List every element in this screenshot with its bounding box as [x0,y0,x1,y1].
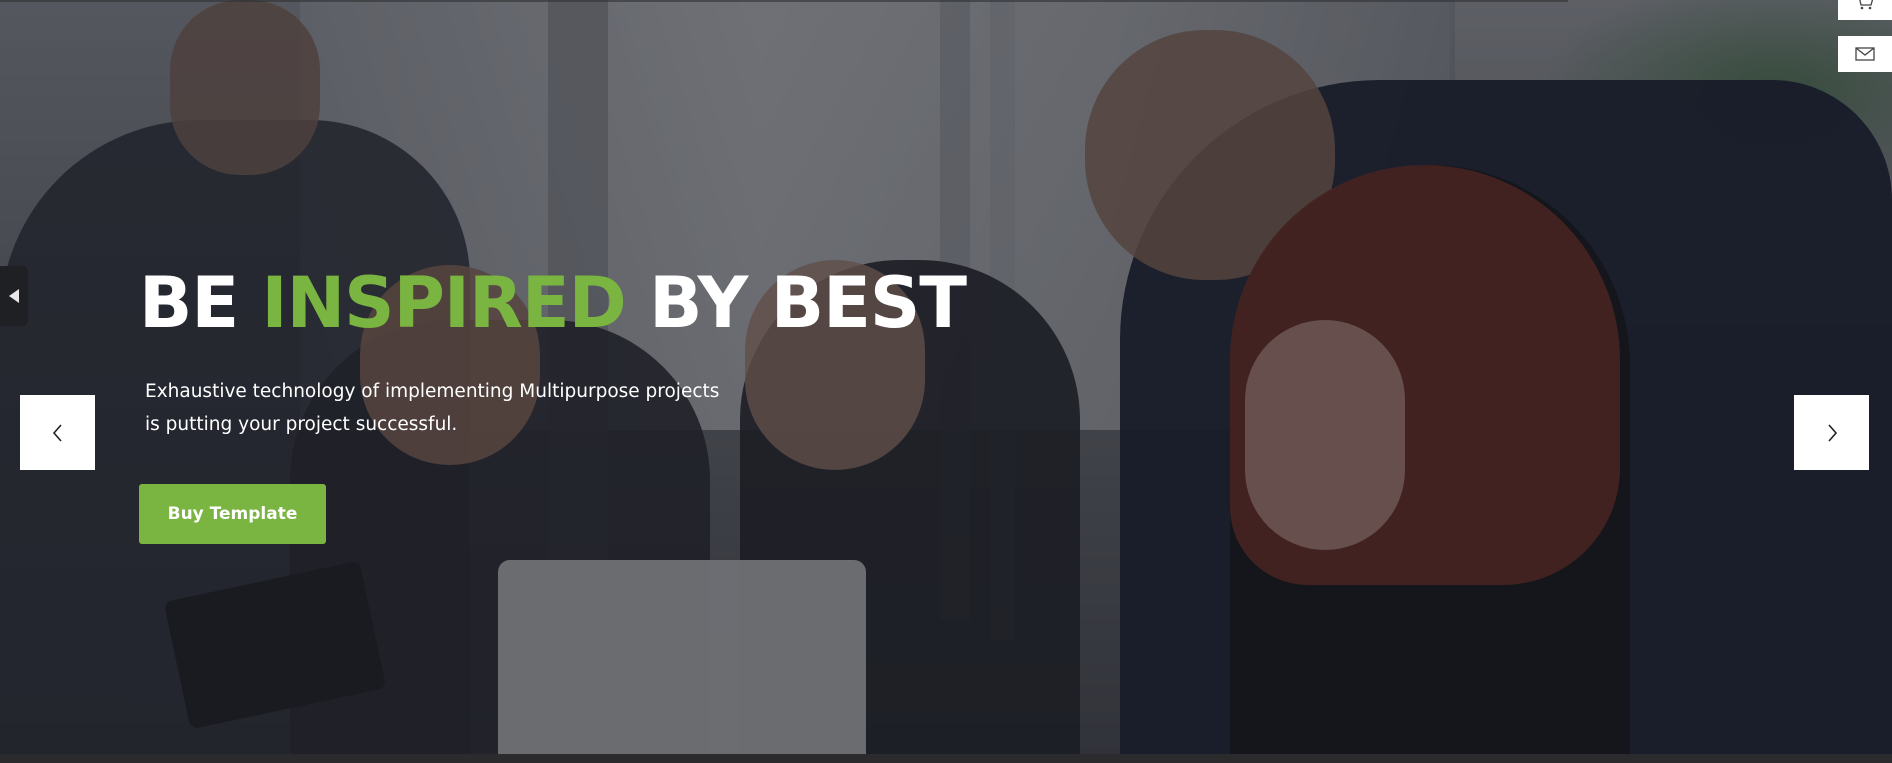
cart-button[interactable] [1838,0,1892,20]
headline-part-1: BE [139,262,262,344]
slider-next-button[interactable] [1794,395,1869,470]
caret-left-icon [9,289,19,303]
chevron-right-icon [1827,423,1837,442]
cart-icon [1859,0,1874,10]
headline-accent: INSPIRED [261,262,627,344]
headline-part-2: BY BEST [625,262,967,344]
hero-headline: BE INSPIRED BY BEST [139,268,967,338]
chevron-left-icon [52,423,62,442]
hero-subtitle: Exhaustive technology of implementing Mu… [145,381,720,435]
mail-button[interactable] [1838,36,1892,72]
buy-template-button[interactable]: Buy Template [139,484,326,544]
slider-prev-button[interactable] [20,395,95,470]
top-border [0,0,1568,2]
mail-icon [1855,47,1875,61]
side-panel-toggle[interactable] [0,266,28,326]
hero-slider: BE INSPIRED BY BEST Exhaustive technolog… [0,0,1892,763]
bottom-strip [0,754,1892,763]
